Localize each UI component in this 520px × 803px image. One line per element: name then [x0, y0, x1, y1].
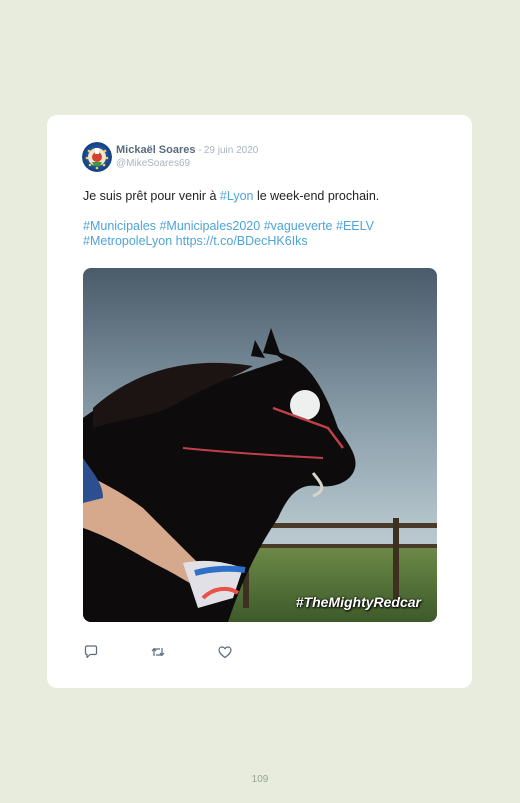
- author-block: Mickaël Soares - 29 juin 2020 @MikeSoare…: [116, 145, 258, 169]
- author-name[interactable]: Mickaël Soares: [116, 145, 196, 156]
- reply-icon: [84, 645, 98, 659]
- separator: -: [198, 145, 202, 156]
- like-button[interactable]: [217, 644, 233, 660]
- reply-button[interactable]: [83, 644, 99, 660]
- tweet-text-part1: Je suis prêt pour venir à: [83, 189, 220, 203]
- hashtag-link[interactable]: #Municipales2020: [159, 219, 260, 233]
- tweet-media[interactable]: #TheMightyRedcar: [83, 268, 437, 622]
- tweet-url-link[interactable]: https://t.co/BDecHK6Iks: [176, 234, 308, 248]
- tweet-actions: [83, 644, 284, 660]
- hashtag-link-lyon[interactable]: #Lyon: [220, 189, 254, 203]
- author-handle[interactable]: @MikeSoares69: [116, 159, 258, 169]
- avatar[interactable]: [82, 142, 112, 172]
- hashtag-link[interactable]: #MetropoleLyon: [83, 234, 172, 248]
- hashtag-list: #Municipales #Municipales2020 #vaguevert…: [83, 219, 443, 249]
- media-caption: #TheMightyRedcar: [295, 594, 421, 610]
- tweet-date[interactable]: 29 juin 2020: [204, 146, 259, 156]
- hashtag-link[interactable]: #Municipales: [83, 219, 156, 233]
- tweet-header: Mickaël Soares - 29 juin 2020 @MikeSoare…: [82, 142, 258, 172]
- hashtag-link[interactable]: #vagueverte: [264, 219, 333, 233]
- retweet-icon: [151, 647, 165, 657]
- tweet-text: Je suis prêt pour venir à #Lyon le week-…: [83, 189, 443, 204]
- tweet-card: Mickaël Soares - 29 juin 2020 @MikeSoare…: [47, 115, 472, 688]
- horse-image: [83, 268, 437, 622]
- page-number: 109: [251, 774, 269, 785]
- hashtag-link[interactable]: #EELV: [336, 219, 374, 233]
- tweet-text-part2: le week-end prochain.: [253, 189, 380, 203]
- retweet-button[interactable]: [150, 644, 166, 660]
- heart-icon: [218, 646, 232, 659]
